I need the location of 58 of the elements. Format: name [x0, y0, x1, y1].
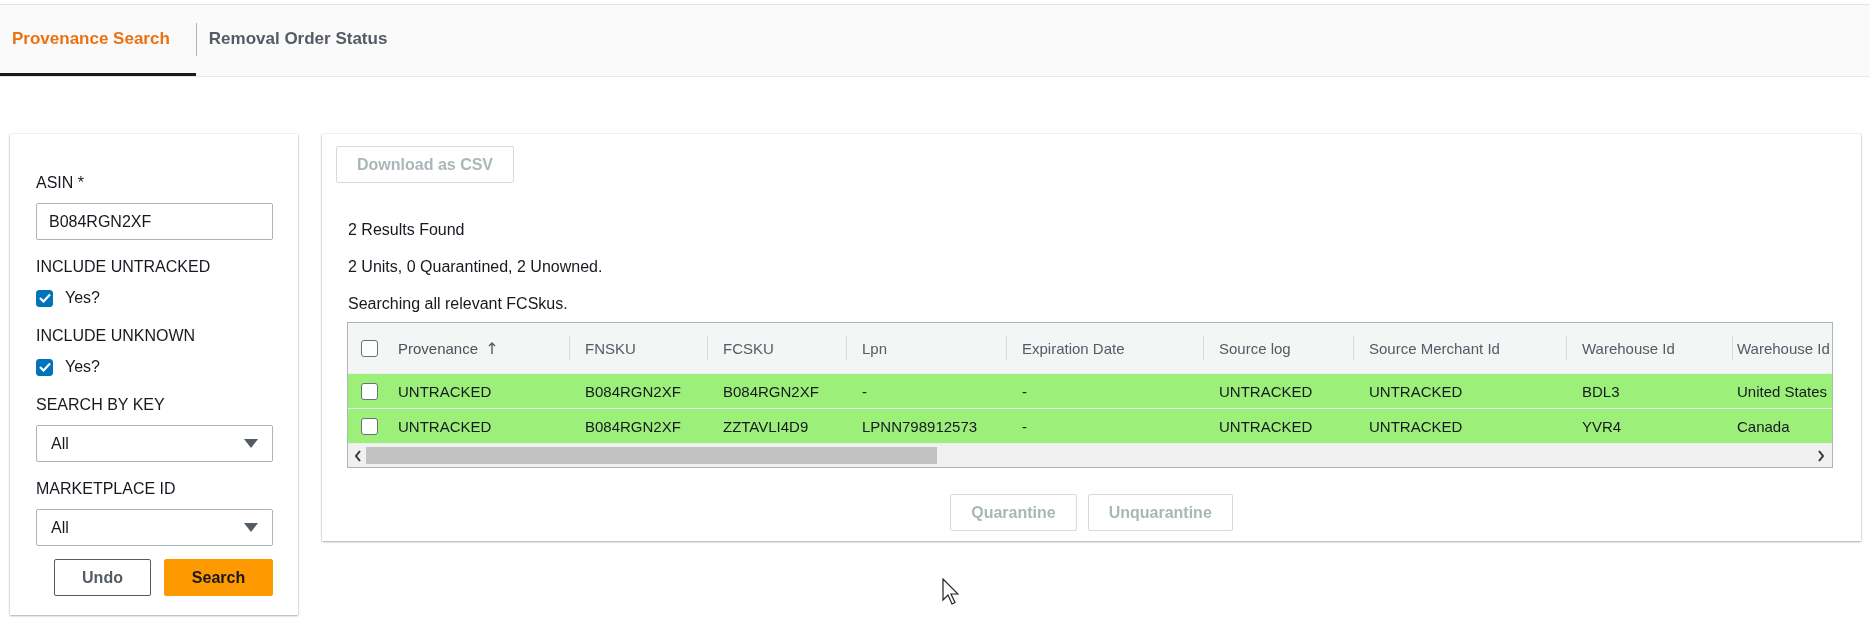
summary-text: 2 Units, 0 Quarantined, 2 Unowned.: [347, 257, 604, 277]
table-cell: -: [1022, 382, 1027, 400]
summary-text: 2 Results Found: [347, 220, 466, 240]
table-row[interactable]: UNTRACKED B084RGN2XF B084RGN2XF - - UNTRACKED UNTRACKED BDL3 United States: [348, 373, 1832, 408]
search-button[interactable]: Search: [164, 559, 273, 596]
asin-input[interactable]: B084RGN2XF: [36, 203, 273, 240]
field-label: INCLUDE UNKNOWN: [36, 326, 197, 346]
field-label: ASIN *: [36, 173, 85, 193]
table-cell: UNTRACKED: [1369, 382, 1463, 400]
table-cell: UNTRACKED: [1369, 417, 1463, 435]
undo-button[interactable]: Undo: [54, 559, 151, 596]
table-cell: LPNN798912573: [862, 417, 978, 435]
checkbox[interactable]: [361, 339, 378, 357]
table-cell: UNTRACKED: [398, 382, 492, 400]
checkbox[interactable]: [361, 417, 378, 435]
table-cell: -: [862, 382, 867, 400]
table-cell: -: [1022, 417, 1027, 435]
caret-icon: [244, 439, 258, 448]
column-header[interactable]: Warehouse Id: [1732, 323, 1832, 373]
checkbox[interactable]: [36, 358, 53, 376]
table-row[interactable]: UNTRACKED B084RGN2XF ZZTAVLI4D9 LPNN798912573 - UNTRACKED UNTRACKED YVR4 Canada: [348, 408, 1832, 443]
table-cell: B084RGN2XF: [723, 382, 819, 400]
tab[interactable]: Removal Order Status: [196, 5, 414, 76]
summary-text: Searching all relevant FCSkus.: [347, 294, 569, 314]
table-cell: B084RGN2XF: [585, 417, 681, 435]
column-header[interactable]: Lpn: [846, 323, 1006, 373]
column-header[interactable]: Source log: [1203, 323, 1353, 373]
checkbox[interactable]: [361, 382, 378, 400]
checkbox-label: Yes?: [65, 358, 100, 376]
table-cell: Canada: [1737, 417, 1790, 435]
column-header[interactable]: Provenance: [388, 323, 569, 373]
column-header[interactable]: Expiration Date: [1006, 323, 1203, 373]
mouse-pointer-icon: [942, 578, 959, 605]
table-cell: United States: [1737, 382, 1828, 400]
column-header[interactable]: Warehouse Id: [1566, 323, 1732, 373]
table-cell: UNTRACKED: [1219, 417, 1313, 435]
sort-arrow-icon: [488, 342, 497, 354]
table-cell: ZZTAVLI4D9: [723, 417, 809, 435]
field-label: INCLUDE UNTRACKED: [36, 257, 212, 277]
table-cell: UNTRACKED: [1219, 382, 1313, 400]
table-cell: UNTRACKED: [398, 417, 492, 435]
table-cell: BDL3: [1582, 382, 1620, 400]
checkbox[interactable]: [36, 289, 53, 307]
select-field[interactable]: All: [36, 509, 273, 546]
horizontal-scrollbar[interactable]: [348, 443, 1832, 467]
scroll-left-icon[interactable]: [354, 449, 362, 462]
table-cell: YVR4: [1582, 417, 1622, 435]
scrollbar-thumb[interactable]: [366, 447, 937, 464]
scroll-right-icon[interactable]: [1817, 449, 1825, 462]
caret-icon: [244, 523, 258, 532]
column-header[interactable]: Source Merchant Id: [1353, 323, 1566, 373]
table-cell: B084RGN2XF: [585, 382, 681, 400]
field-label: MARKETPLACE ID: [36, 479, 177, 499]
checkbox-label: Yes?: [65, 289, 100, 307]
field-label: SEARCH BY KEY: [36, 395, 166, 415]
select-field[interactable]: All: [36, 425, 273, 462]
column-header[interactable]: FNSKU: [569, 323, 707, 373]
column-header[interactable]: FCSKU: [707, 323, 846, 373]
